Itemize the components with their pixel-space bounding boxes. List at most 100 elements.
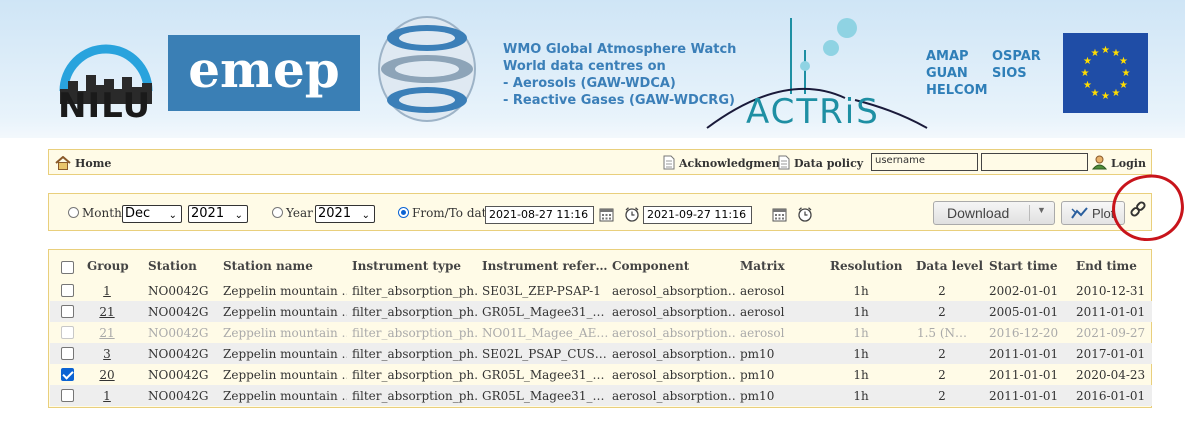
dataset-table: Group Station Station name Instrument ty… <box>48 249 1152 408</box>
home-label: Home <box>75 157 112 170</box>
gaw-description: WMO Global Atmosphere Watch World data c… <box>503 41 736 109</box>
month-year-select[interactable]: 2021 ⌄ <box>188 205 248 223</box>
gaw-line: - Reactive Gases (GAW-WDCRG) <box>503 93 735 108</box>
cell-instrument-ref: NO01L_Magee_AE… <box>482 326 608 340</box>
group-link[interactable]: 21 <box>87 305 127 319</box>
column-header[interactable]: Instrument refer… <box>482 259 608 273</box>
user-icon <box>1091 155 1108 170</box>
gaw-line: - Aerosols (GAW-WDCA) <box>503 76 676 91</box>
cell-component: aerosol_absorption… <box>612 368 736 382</box>
row-checkbox[interactable] <box>61 389 74 402</box>
calendar-icon[interactable] <box>599 207 614 222</box>
fromto-radio[interactable] <box>398 207 409 218</box>
cell-end: 2010-12-31 <box>1076 284 1146 298</box>
chevron-down-icon: ⌄ <box>168 210 177 221</box>
chevron-down-icon: ⌄ <box>234 210 243 221</box>
month-radio[interactable] <box>68 207 79 218</box>
table-row[interactable]: 1 NO0042G Zeppelin mountain … filter_absorp… <box>50 280 1152 301</box>
org-name: GUAN <box>926 66 968 81</box>
username-field[interactable]: username <box>871 153 978 171</box>
column-header[interactable]: Instrument type <box>352 259 461 273</box>
table-row[interactable]: 1 NO0042G Zeppelin mountain … filter_absorp… <box>50 385 1152 406</box>
select-all-checkbox[interactable] <box>61 261 74 274</box>
group-link[interactable]: 21 <box>87 326 127 340</box>
cell-resolution: 1h <box>853 389 869 403</box>
svg-text:★: ★ <box>1083 80 1092 91</box>
row-checkbox[interactable] <box>61 368 74 381</box>
from-date-input[interactable]: 2021-08-27 11:16 <box>485 206 594 224</box>
year-select[interactable]: 2021 ⌄ <box>315 205 375 223</box>
org-name: AMAP <box>926 49 969 64</box>
column-header[interactable]: Matrix <box>740 259 785 273</box>
group-link[interactable]: 20 <box>87 368 127 382</box>
column-header[interactable]: Station <box>148 259 197 273</box>
cell-data-level: 2 <box>938 368 946 382</box>
year-radio[interactable] <box>272 207 283 218</box>
caret-down-icon[interactable]: ▼ <box>1037 205 1046 215</box>
cell-station: NO0042G <box>148 326 209 340</box>
row-checkbox[interactable] <box>61 347 74 360</box>
row-checkbox[interactable] <box>61 284 74 297</box>
year-radio-option[interactable]: Year <box>272 206 313 220</box>
month-select[interactable]: Dec ⌄ <box>122 205 182 223</box>
cell-station-name: Zeppelin mountain … <box>223 389 347 403</box>
cell-resolution: 1h <box>853 347 869 361</box>
cell-component: aerosol_absorption… <box>612 305 736 319</box>
cell-station-name: Zeppelin mountain … <box>223 347 347 361</box>
download-button[interactable]: Download ▼ <box>933 201 1055 225</box>
calendar-icon[interactable] <box>772 207 787 222</box>
cell-resolution: 1h <box>853 368 869 382</box>
cell-station-name: Zeppelin mountain … <box>223 284 347 298</box>
filter-bar: Month Dec ⌄ 2021 ⌄ Year 2021 ⌄ From/To date… <box>48 193 1152 231</box>
chart-line-icon <box>1071 207 1088 219</box>
table-row[interactable]: 21 NO0042G Zeppelin mountain … filter_absor… <box>50 301 1152 322</box>
cell-matrix: aerosol <box>740 326 785 340</box>
svg-text:★: ★ <box>1112 88 1121 99</box>
group-link[interactable]: 1 <box>87 389 127 403</box>
chevron-down-icon: ⌄ <box>361 210 370 221</box>
login-link[interactable]: Login <box>1091 155 1146 170</box>
password-field[interactable] <box>981 153 1088 171</box>
home-link[interactable]: Home <box>55 155 112 170</box>
cell-matrix: pm10 <box>740 347 775 361</box>
svg-text:★: ★ <box>1101 45 1110 56</box>
cell-component: aerosol_absorption… <box>612 389 736 403</box>
cell-station-name: Zeppelin mountain … <box>223 305 347 319</box>
cell-station-name: Zeppelin mountain … <box>223 326 347 340</box>
column-header[interactable]: Start time <box>989 259 1057 273</box>
annotation-circle <box>1107 170 1185 246</box>
column-header[interactable]: Station name <box>223 259 313 273</box>
cell-instrument-ref: GR05L_Magee31_… <box>482 368 605 382</box>
cell-data-level: 2 <box>938 389 946 403</box>
data-policy-link[interactable]: Data policy <box>778 155 863 170</box>
cell-instrument-ref: SE02L_PSAP_CUS… <box>482 347 607 361</box>
document-icon <box>663 155 675 170</box>
month-radio-option[interactable]: Month <box>68 206 122 220</box>
cell-instrument-ref: SE03L_ZEP-PSAP-1 <box>482 284 601 298</box>
fromto-radio-option[interactable]: From/To date <box>398 206 494 220</box>
cell-start: 2011-01-01 <box>989 389 1059 403</box>
column-header[interactable]: Component <box>612 259 689 273</box>
column-header[interactable]: Resolution <box>830 259 902 273</box>
row-checkbox[interactable] <box>61 305 74 318</box>
cell-component: aerosol_absorption… <box>612 284 736 298</box>
cell-data-level: 2 <box>938 284 946 298</box>
cell-start: 2005-01-01 <box>989 305 1059 319</box>
column-header[interactable]: End time <box>1076 259 1137 273</box>
column-header[interactable]: Group <box>87 259 129 273</box>
cell-end: 2011-01-01 <box>1076 305 1146 319</box>
year-select-value: 2021 <box>318 206 352 221</box>
acknowledgment-link[interactable]: Acknowledgment <box>663 155 785 170</box>
group-link[interactable]: 3 <box>87 347 127 361</box>
group-link[interactable]: 1 <box>87 284 127 298</box>
clock-icon[interactable] <box>797 206 813 222</box>
month-year-select-value: 2021 <box>191 206 225 221</box>
cell-resolution: 1h <box>853 305 869 319</box>
cell-instrument-type: filter_absorption_ph… <box>352 284 478 298</box>
to-date-input[interactable]: 2021-09-27 11:16 <box>643 206 752 224</box>
table-row[interactable]: 20 NO0042G Zeppelin mountain … filter_absor… <box>50 364 1152 385</box>
clock-icon[interactable] <box>624 206 640 222</box>
table-row[interactable]: 3 NO0042G Zeppelin mountain … filter_absorp… <box>50 343 1152 364</box>
eu-flag-icon: ★ ★ ★ ★ ★ ★ ★ ★ ★ ★ ★ ★ <box>1063 33 1148 113</box>
column-header[interactable]: Data level <box>916 259 983 273</box>
